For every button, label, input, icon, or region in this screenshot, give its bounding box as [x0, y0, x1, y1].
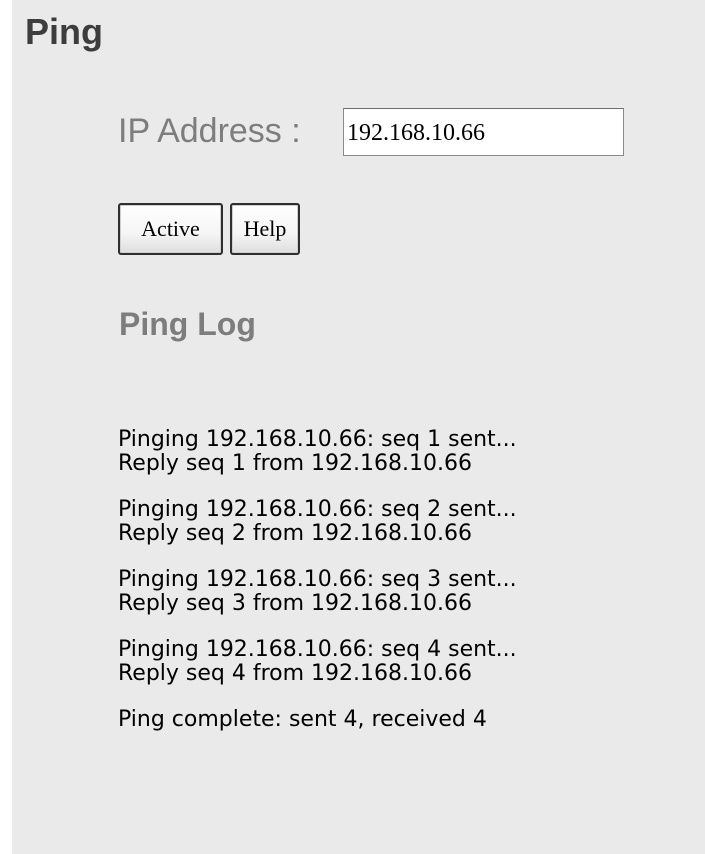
- log-reply-line: Reply seq 3 from 192.168.10.66: [118, 591, 473, 616]
- log-reply-line: Reply seq 2 from 192.168.10.66: [118, 521, 473, 546]
- ip-address-input[interactable]: [343, 108, 624, 156]
- log-summary-line: Ping complete: sent 4, received 4: [118, 707, 487, 732]
- help-button[interactable]: Help: [230, 203, 300, 255]
- ping-panel: Ping IP Address : Active Help Ping Log P…: [12, 0, 705, 854]
- active-button[interactable]: Active: [118, 203, 223, 255]
- log-entry: Pinging 192.168.10.66: seq 4 sent... Rep…: [118, 638, 517, 686]
- log-entry: Pinging 192.168.10.66: seq 2 sent... Rep…: [118, 498, 517, 546]
- log-summary: Ping complete: sent 4, received 4: [118, 708, 517, 732]
- log-sent-line: Pinging 192.168.10.66: seq 2 sent...: [118, 497, 517, 522]
- log-reply-line: Reply seq 4 from 192.168.10.66: [118, 661, 473, 686]
- ip-address-label: IP Address :: [118, 112, 301, 150]
- ping-log-title: Ping Log: [119, 306, 256, 342]
- page-title: Ping: [25, 11, 103, 52]
- log-sent-line: Pinging 192.168.10.66: seq 1 sent...: [118, 427, 517, 452]
- log-reply-line: Reply seq 1 from 192.168.10.66: [118, 451, 473, 476]
- log-entry: Pinging 192.168.10.66: seq 1 sent... Rep…: [118, 428, 517, 476]
- ping-log: Pinging 192.168.10.66: seq 1 sent... Rep…: [118, 428, 517, 754]
- log-sent-line: Pinging 192.168.10.66: seq 3 sent...: [118, 567, 517, 592]
- log-entry: Pinging 192.168.10.66: seq 3 sent... Rep…: [118, 568, 517, 616]
- log-sent-line: Pinging 192.168.10.66: seq 4 sent...: [118, 637, 517, 662]
